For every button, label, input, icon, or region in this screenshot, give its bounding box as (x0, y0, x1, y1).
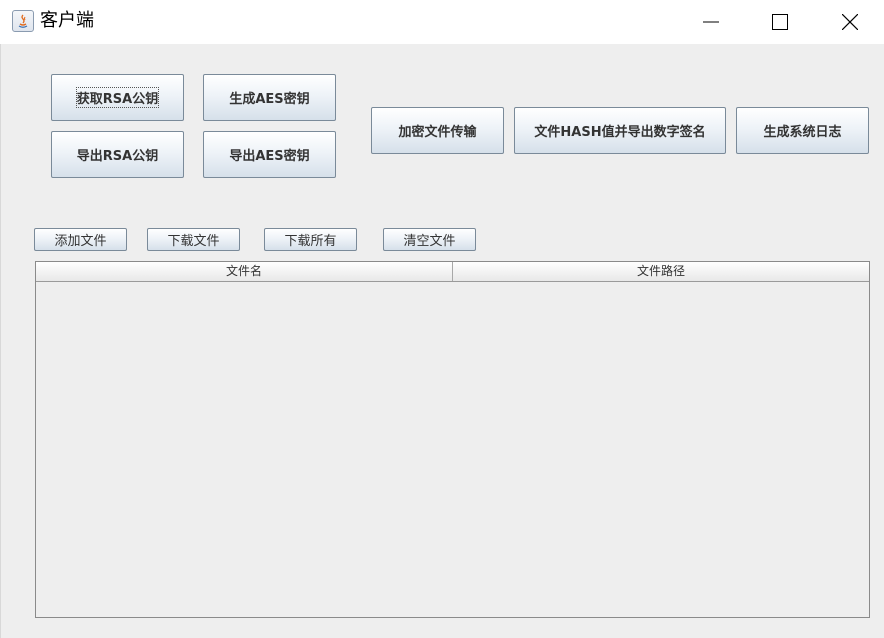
download-all-button[interactable]: 下载所有 (264, 228, 357, 251)
button-label: 生成AES密钥 (229, 92, 310, 107)
add-file-button[interactable]: 添加文件 (34, 228, 127, 251)
button-label: 下载文件 (167, 234, 220, 249)
button-label: 添加文件 (54, 234, 107, 249)
maximize-button[interactable] (757, 0, 803, 44)
button-label: 生成系统日志 (763, 125, 842, 140)
button-label: 加密文件传输 (398, 125, 477, 140)
export-aes-key-button[interactable]: 导出AES密钥 (203, 131, 336, 178)
button-label: 导出RSA公钥 (76, 149, 159, 164)
generate-aes-key-button[interactable]: 生成AES密钥 (203, 74, 336, 121)
table-header: 文件名 文件路径 (36, 262, 869, 282)
column-header-filename[interactable]: 文件名 (36, 262, 453, 281)
get-rsa-public-key-button[interactable]: 获取RSA公钥 (51, 74, 184, 121)
generate-system-log-button[interactable]: 生成系统日志 (736, 107, 869, 154)
title-bar: 客户端 (0, 0, 884, 44)
button-label: 获取RSA公钥 (75, 87, 160, 108)
client-panel: 获取RSA公钥 生成AES密钥 导出RSA公钥 导出AES密钥 加密文件传输 文… (0, 44, 884, 638)
file-hash-sign-button[interactable]: 文件HASH值并导出数字签名 (514, 107, 726, 154)
window-title: 客户端 (40, 10, 94, 31)
button-label: 文件HASH值并导出数字签名 (534, 125, 706, 140)
java-app-icon (12, 10, 34, 32)
button-label: 下载所有 (284, 234, 337, 249)
download-file-button[interactable]: 下载文件 (147, 228, 240, 251)
maximize-icon (772, 14, 788, 30)
column-header-filepath[interactable]: 文件路径 (453, 262, 869, 281)
minimize-button[interactable] (688, 0, 734, 44)
close-button[interactable] (827, 0, 873, 44)
export-rsa-public-key-button[interactable]: 导出RSA公钥 (51, 131, 184, 178)
button-label: 导出AES密钥 (229, 149, 310, 164)
clear-files-button[interactable]: 清空文件 (383, 228, 476, 251)
close-icon (842, 14, 858, 30)
encrypt-file-transfer-button[interactable]: 加密文件传输 (371, 107, 504, 154)
minimize-icon (703, 21, 719, 23)
button-label: 清空文件 (403, 234, 456, 249)
file-table[interactable]: 文件名 文件路径 (35, 261, 870, 618)
